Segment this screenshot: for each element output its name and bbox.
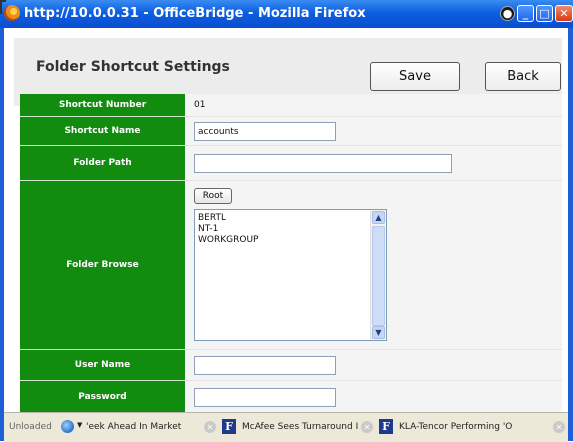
mouse-cursor-icon: [0, 0, 6, 14]
page-title: Folder Shortcut Settings: [36, 59, 230, 75]
shortcut-name-input[interactable]: accounts: [194, 122, 336, 141]
password-label: Password: [20, 381, 185, 412]
scroll-down-icon[interactable]: ▼: [372, 326, 385, 339]
ticker-item[interactable]: 'eek Ahead In Market: [86, 422, 181, 432]
feed-f-icon: F: [222, 419, 236, 434]
list-item[interactable]: NT-1: [198, 224, 218, 234]
ticker-item[interactable]: KLA-Tencor Performing 'O: [399, 422, 512, 432]
status-text: Unloaded: [9, 422, 52, 432]
row-password: Password: [20, 381, 562, 412]
folder-path-label: Folder Path: [20, 146, 185, 181]
page-content: Folder Shortcut Settings Save Back Short…: [4, 28, 568, 412]
folder-path-input[interactable]: [194, 154, 452, 173]
window-title: http://10.0.0.31 - OfficeBridge - Mozill…: [24, 6, 366, 21]
globe-icon[interactable]: [61, 420, 74, 433]
root-button[interactable]: Root: [194, 188, 232, 204]
close-icon[interactable]: ✕: [204, 421, 216, 433]
close-button[interactable]: ✕: [555, 5, 573, 22]
listbox-scrollbar[interactable]: ▲ ▼: [370, 210, 386, 340]
folder-browse-label: Folder Browse: [20, 181, 185, 350]
extension-icon[interactable]: ●: [500, 6, 515, 21]
password-input[interactable]: [194, 388, 336, 407]
list-item[interactable]: BERTL: [198, 213, 226, 223]
back-button[interactable]: Back: [485, 62, 561, 91]
user-name-input[interactable]: [194, 356, 336, 375]
shortcut-number-value: 01: [194, 100, 206, 110]
feed-f-icon: F: [379, 419, 393, 434]
scroll-up-icon[interactable]: ▲: [372, 211, 385, 224]
window-titlebar[interactable]: http://10.0.0.31 - OfficeBridge - Mozill…: [0, 0, 573, 29]
shortcut-number-cell: 01: [185, 94, 562, 116]
minimize-button[interactable]: _: [517, 5, 534, 22]
shortcut-number-label: Shortcut Number: [20, 94, 185, 117]
maximize-button[interactable]: □: [536, 5, 553, 22]
row-shortcut-number: Shortcut Number 01: [20, 94, 562, 117]
shortcut-name-label: Shortcut Name: [20, 117, 185, 146]
row-folder-path: Folder Path: [20, 146, 562, 181]
folder-listbox[interactable]: BERTL NT-1 WORKGROUP ▲ ▼: [194, 209, 387, 341]
row-shortcut-name: Shortcut Name accounts: [20, 117, 562, 146]
shortcut-name-cell: accounts: [185, 117, 562, 145]
folder-browse-cell: Root BERTL NT-1 WORKGROUP ▲ ▼: [185, 181, 562, 349]
user-name-label: User Name: [20, 350, 185, 381]
close-icon[interactable]: ✕: [361, 421, 373, 433]
scroll-thumb[interactable]: [372, 226, 385, 326]
folder-path-cell: [185, 146, 562, 180]
status-bar: Unloaded ▼ 'eek Ahead In Market ✕ F McAf…: [4, 412, 568, 442]
user-name-cell: [185, 350, 562, 380]
password-cell: [185, 381, 562, 412]
ticker-item[interactable]: McAfee Sees Turnaround I: [242, 422, 358, 432]
row-folder-browse: Folder Browse Root BERTL NT-1 WORKGROUP …: [20, 181, 562, 350]
list-item[interactable]: WORKGROUP: [198, 235, 258, 245]
row-user-name: User Name: [20, 350, 562, 381]
chevron-down-icon[interactable]: ▼: [77, 421, 82, 429]
window-border-right: [568, 28, 573, 441]
save-button[interactable]: Save: [370, 62, 460, 91]
close-icon[interactable]: ✕: [553, 421, 565, 433]
firefox-icon: [4, 5, 20, 21]
